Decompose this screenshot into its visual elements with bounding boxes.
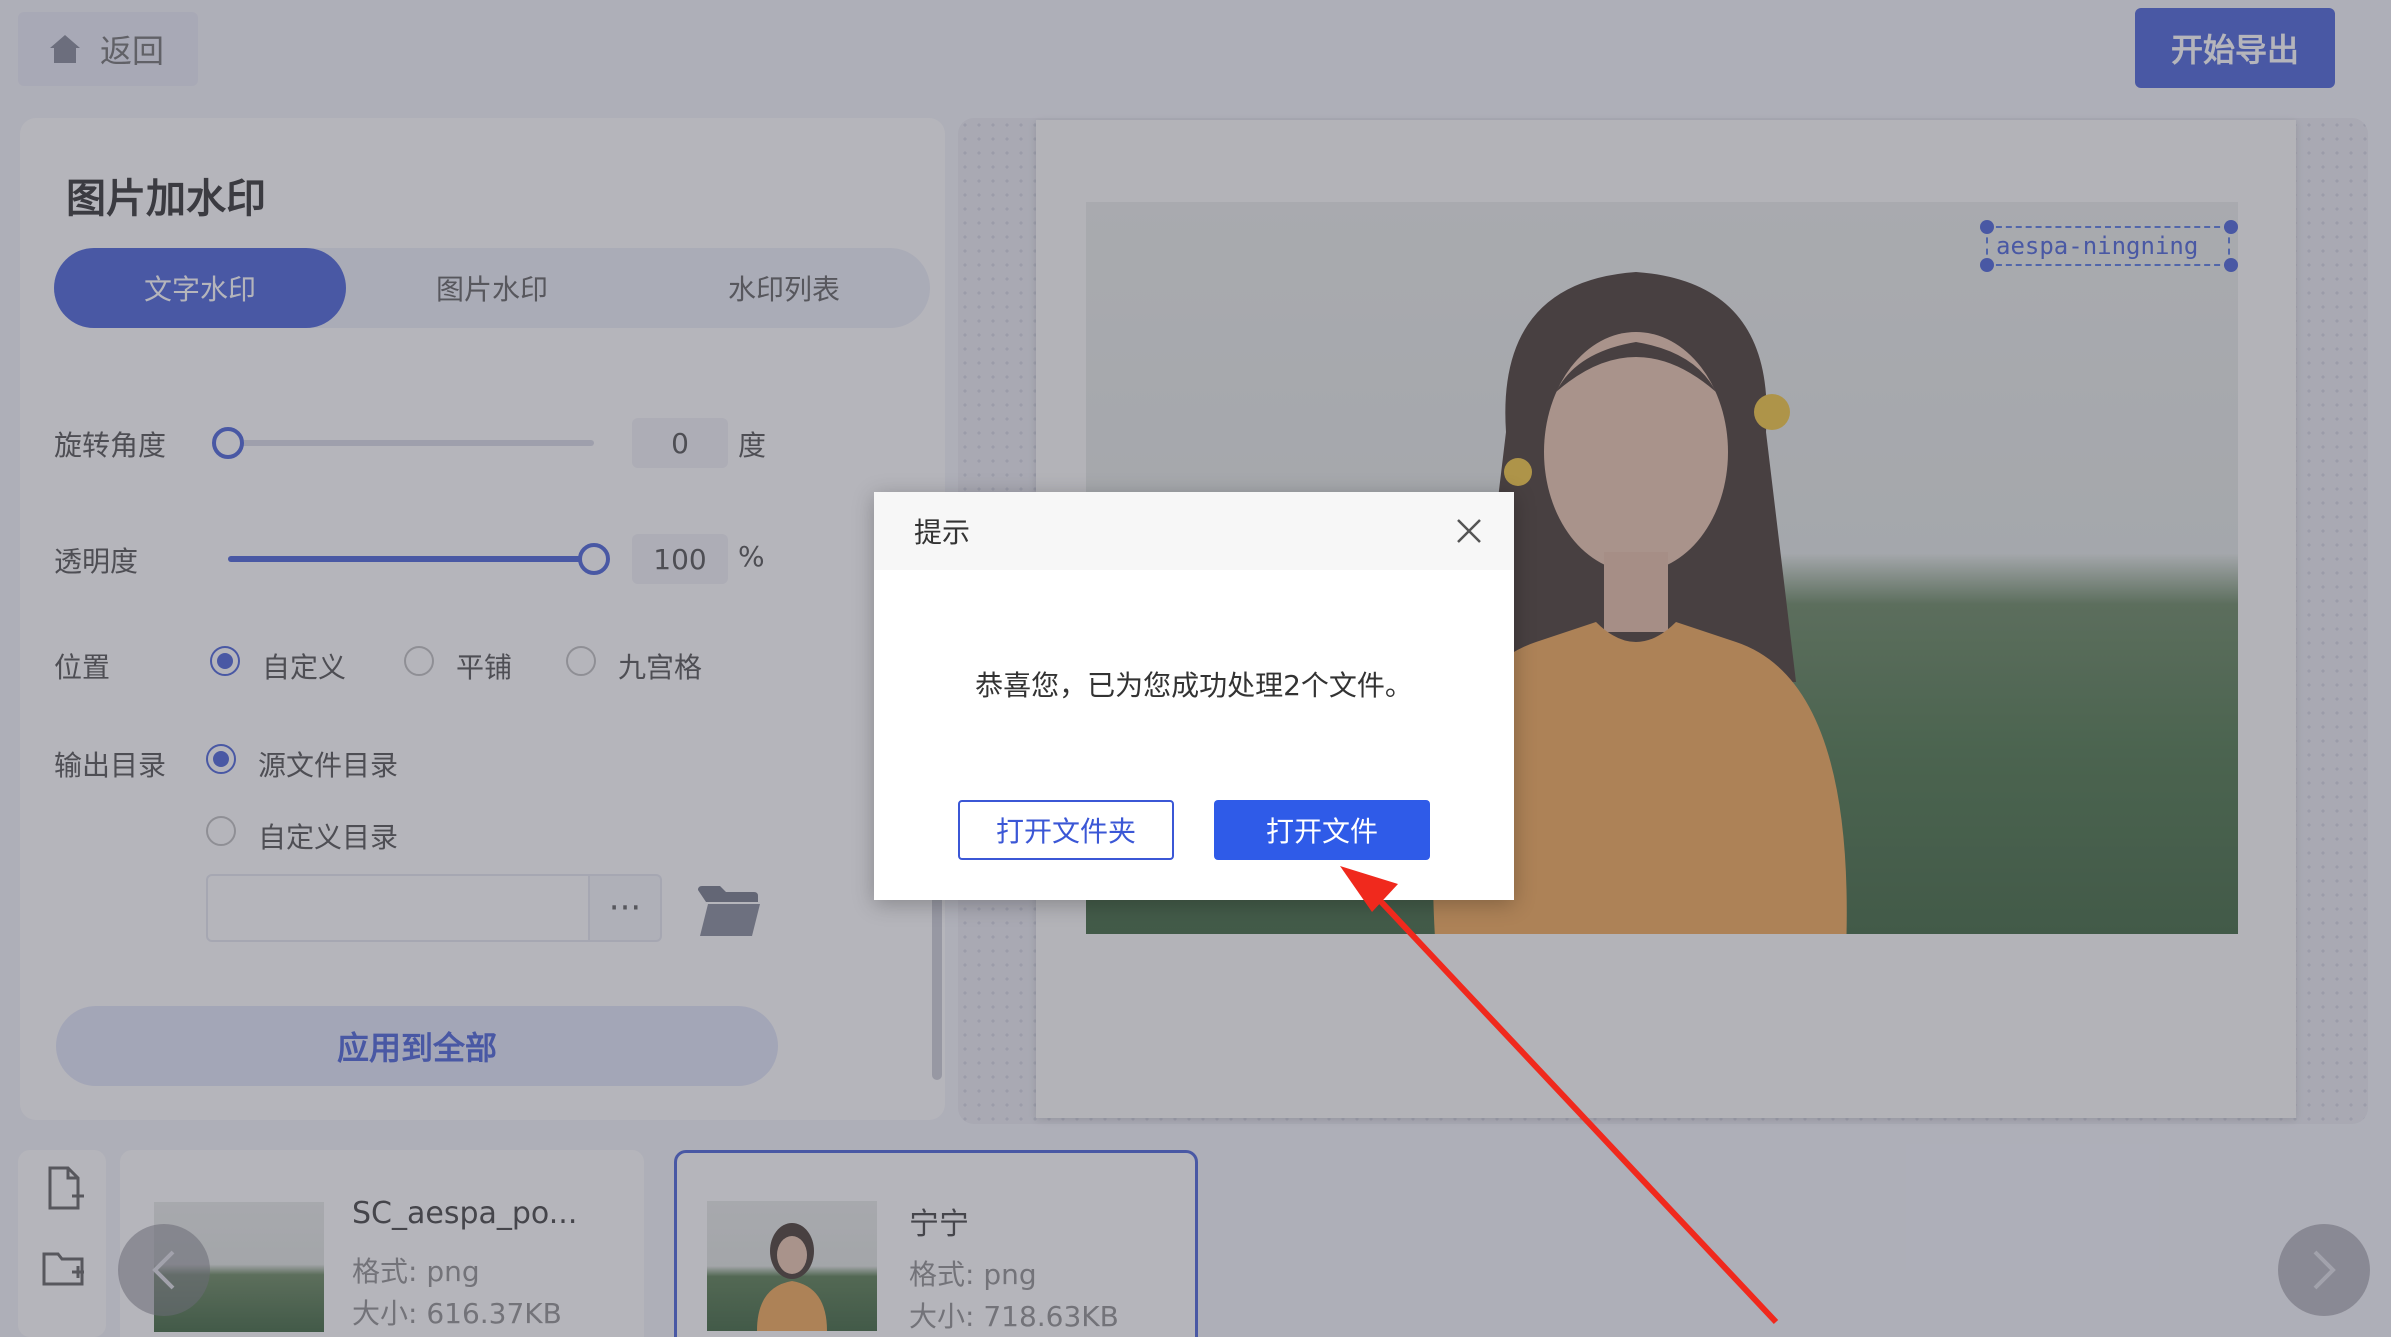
success-dialog: 提示 恭喜您，已为您成功处理2个文件。 打开文件夹 打开文件 bbox=[874, 492, 1514, 900]
open-file-button[interactable]: 打开文件 bbox=[1214, 800, 1430, 860]
close-icon[interactable] bbox=[1454, 516, 1484, 546]
dialog-message: 恭喜您，已为您成功处理2个文件。 bbox=[975, 669, 1413, 702]
open-folder-button[interactable]: 打开文件夹 bbox=[958, 800, 1174, 860]
app-window: 返回 开始导出 图片加水印 文字水印 图片水印 水印列表 旋转角度 0 度 透明… bbox=[0, 0, 2391, 1337]
dialog-title: 提示 bbox=[874, 492, 1514, 570]
